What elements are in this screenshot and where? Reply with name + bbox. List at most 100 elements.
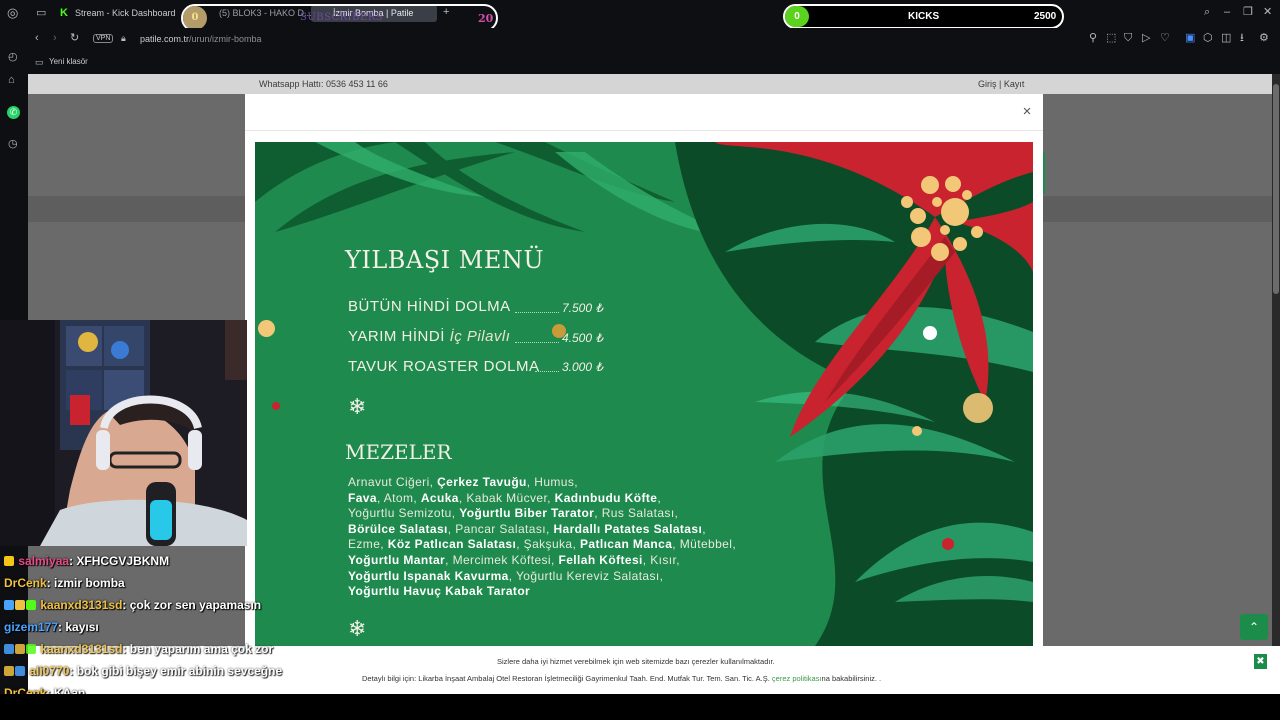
mezeler-line-4: Börülce Salatası, Pancar Salatası, Harda… [348, 521, 706, 536]
menu-item-2-dots [515, 342, 559, 343]
reload-icon[interactable]: ↻ [70, 33, 79, 44]
restore-icon[interactable]: ❐ [1243, 7, 1253, 18]
shield-icon[interactable]: ⛉ [1124, 33, 1132, 44]
mezeler-list: Arnavut Ciğeri, Çerkez Tavuğu, Humus, Fa… [348, 475, 768, 600]
chat-text: : izmir bomba [46, 576, 125, 590]
site-accent-bar [1043, 152, 1045, 194]
folder-icon: ▭ [35, 57, 44, 67]
back-icon[interactable]: ‹ [35, 33, 39, 44]
mezeler-line-5: Ezme, Köz Patlıcan Salatası, Şakşuka, Pa… [348, 537, 737, 552]
modal-close-button[interactable]: × [1020, 104, 1034, 120]
lock-icon[interactable]: 🔒︎ [121, 33, 126, 44]
close-window-icon[interactable]: ✕ [1263, 7, 1272, 18]
ornament-left [258, 320, 275, 337]
bookmark-folder[interactable]: Yeni klasör [49, 57, 88, 66]
menu-item-1-price: 7.500 ₺ [562, 301, 603, 315]
whatsapp-line[interactable]: Whatsapp Hattı: 0536 453 11 66 [259, 79, 388, 89]
mezeler-line-2: Fava, Atom, Acuka, Kabak Mücver, Kadınbu… [348, 490, 662, 505]
cookie-policy-link[interactable]: çerez politikası [772, 674, 822, 683]
mezeler-line-7: Yoğurtlu Ispanak Kavurma, Yoğurtlu Kerev… [348, 568, 664, 583]
kick-favicon-icon: K [60, 7, 68, 19]
cookie-line-1: Sizlere daha iyi hizmet verebilmek için … [497, 657, 775, 666]
chat-username: kaanxd3131sd [40, 598, 123, 612]
login-link[interactable]: Giriş | Kayıt [978, 79, 1024, 89]
menu-item-2: YARIM HİNDİ İç Pilavlı [348, 328, 510, 345]
search-tabs-icon[interactable]: ⌕ [1204, 7, 1210, 18]
menu-item-3-name: TAVUK ROASTER DOLMA [348, 358, 540, 375]
whatsapp-icon[interactable]: ✆ [7, 106, 20, 119]
subscribers-title: SUBSCRIBERS [300, 12, 384, 23]
menu-item-2-extra: İç Pilavlı [449, 328, 511, 345]
badge-icon [4, 644, 14, 654]
badge-icon [4, 556, 14, 566]
menu-item-3-dots [535, 371, 559, 372]
vpn-badge[interactable]: VPN [93, 34, 114, 43]
subscribers-count: 0 [183, 6, 207, 30]
tab-kick-dashboard[interactable]: Stream - Kick Dashboard [75, 8, 176, 18]
chat-message-1: salmiyaa: XFHCGVJBKNM [4, 554, 169, 568]
pin-icon[interactable]: ⚲ [1089, 33, 1097, 44]
badge-icon [26, 600, 36, 610]
speed-dial-icon[interactable]: ◴ [8, 52, 18, 63]
settings-icon[interactable]: ⚙ [1259, 33, 1269, 44]
chat-message-4: gizem177: kayısı [4, 620, 99, 634]
menu-item-1-dots [515, 312, 559, 313]
chat-text: : çok zor sen yapamasın [122, 598, 262, 612]
chat-username: DrCenk [4, 576, 47, 590]
chat-username: gizem177 [4, 620, 59, 634]
badge-icon [15, 666, 25, 676]
chat-message-6: ali0770: bok gibi bişey emir abinin sevc… [4, 664, 282, 678]
extensions-icon[interactable]: ⬡ [1203, 33, 1213, 44]
download-icon[interactable]: ⭳ [1240, 33, 1244, 44]
snowflake-icon: ❄ [348, 394, 367, 419]
chat-text: : bok gibi bişey emir abinin sevceğne [69, 664, 283, 678]
mezeler-line-6: Yoğurtlu Mantar, Mercimek Köftesi, Fella… [348, 552, 680, 567]
menu-item-2-price: 4.500 ₺ [562, 331, 603, 345]
aria-icon[interactable]: ⌂ [8, 75, 15, 86]
menu-item-3-price: 3.000 ₺ [562, 360, 603, 374]
heart-icon[interactable]: ♡ [1160, 33, 1170, 44]
kicks-count: 0 [785, 6, 809, 27]
opera-logo-icon[interactable]: ◎ [7, 6, 18, 19]
mezeler-line-8: Yoğurtlu Havuç Kabak Tarator [348, 584, 531, 599]
chat-text: : XFHCGVJBKNM [69, 554, 170, 568]
chat-username: salmiyaa [18, 554, 70, 568]
bookmarks-bar [28, 50, 1280, 74]
snowflake-icon-2: ❄ [348, 616, 367, 641]
screen: ◎ ▭ K Stream - Kick Dashboard (5) BLOK3 … [0, 0, 1280, 720]
page-scrollbar-thumb[interactable] [1273, 84, 1279, 294]
webcam-overlay [0, 320, 247, 546]
menu-title: YILBAŞI MENÜ [345, 246, 545, 274]
workspaces-icon[interactable]: ▭ [36, 8, 46, 19]
url-input[interactable]: patile.com.tr/urun/izmir-bomba [140, 34, 262, 44]
translate-icon[interactable]: ▣ [1185, 33, 1195, 44]
chat-text: : ben yaparım ama çok zor [122, 642, 274, 656]
badge-icon [4, 600, 14, 610]
badge-icon [26, 644, 36, 654]
minimize-icon[interactable]: – [1224, 7, 1230, 18]
chat-message-2: DrCenk: izmir bomba [4, 576, 125, 590]
subscribers-goal: 20 [478, 12, 494, 25]
chat-username: ali0770 [29, 664, 70, 678]
kicks-goal: 2500 [1034, 11, 1057, 22]
badge-icon [15, 600, 25, 610]
kicks-label: KICKS [908, 11, 940, 22]
mezeler-title: MEZELER [345, 440, 452, 464]
bottom-bar [0, 694, 1280, 720]
url-host: patile.com.tr [140, 34, 190, 44]
menu-item-2-name: YARIM HİNDİ [348, 328, 445, 345]
cookie-close-button[interactable]: ✖ [1254, 654, 1267, 669]
chat-username: kaanxd3131sd [40, 642, 123, 656]
wallet-icon[interactable]: ◫ [1221, 33, 1231, 44]
forward-icon[interactable]: › [53, 33, 57, 44]
badge-icon [4, 666, 14, 676]
chat-message-3: kaanxd3131sd: çok zor sen yapamasın [4, 598, 261, 612]
mezeler-line-3: Yoğurtlu Semizotu, Yoğurtlu Biber Tarato… [348, 506, 679, 521]
modal-separator [245, 130, 1043, 131]
history-icon[interactable]: ◷ [8, 139, 18, 150]
play-icon[interactable]: ▷ [1142, 33, 1150, 44]
snapshot-icon[interactable]: ⬚ [1106, 33, 1116, 44]
url-path: /urun/izmir-bomba [189, 34, 262, 44]
badge-icon [15, 644, 25, 654]
scroll-to-top-button[interactable]: ⌃ [1240, 614, 1268, 640]
